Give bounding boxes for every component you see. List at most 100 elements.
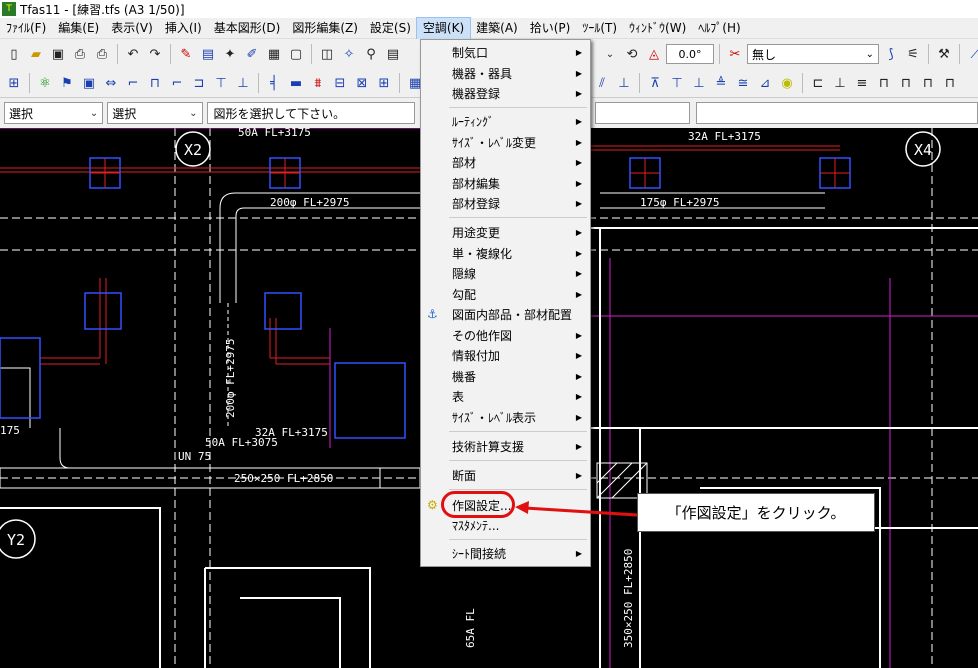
tool-j-icon[interactable]: ▤ [383, 44, 403, 64]
layer-select[interactable]: 選択 ⌄ [4, 102, 104, 124]
menu-item-slope[interactable]: 勾配 ▶ [421, 284, 590, 304]
tool-e-icon[interactable]: ▦ [264, 44, 284, 64]
hvac-tool-29-icon[interactable]: ⊥ [830, 73, 850, 93]
chevron-down-icon: ⌄ [865, 48, 874, 60]
menu-basic-shape[interactable]: 基本図形(D) [208, 18, 287, 39]
hvac-tool-12-icon[interactable]: ╡ [264, 73, 284, 93]
tool-f-icon[interactable]: ▢ [286, 44, 306, 64]
tool-m-icon[interactable]: ⚒ [934, 44, 954, 64]
menu-item-hidden-line[interactable]: 隠線 ▶ [421, 263, 590, 283]
hvac-tool-32-icon[interactable]: ⊓ [896, 73, 916, 93]
tool-g-icon[interactable]: ◫ [317, 44, 337, 64]
menu-item-place-parts[interactable]: ⚓ 図面内部品・部材配置 [421, 304, 590, 324]
menu-help[interactable]: ﾍﾙﾌﾟ(H) [692, 18, 746, 39]
tool-l-icon[interactable]: ⚟ [903, 44, 923, 64]
hvac-tool-13-icon[interactable]: ▬ [286, 73, 306, 93]
hvac-tool-31-icon[interactable]: ⊓ [874, 73, 894, 93]
menu-file[interactable]: ﾌｧｲﾙ(F) [0, 18, 52, 39]
menu-architecture[interactable]: 建築(A) [470, 18, 524, 39]
menu-item-other-drawing[interactable]: その他作図 ▶ [421, 325, 590, 345]
menu-item-equipment-register[interactable]: 機器登録 ▶ [421, 83, 590, 103]
menu-insert[interactable]: 挿入(I) [159, 18, 208, 39]
dropdown-arrow-icon[interactable]: ⌄ [600, 44, 620, 64]
hvac-tool-17-icon[interactable]: ⊞ [374, 73, 394, 93]
status-message: 図形を選択して下さい。 [206, 102, 415, 124]
open-folder-icon[interactable]: ▰ [26, 44, 46, 64]
hvac-tool-23-icon[interactable]: ⊥ [689, 73, 709, 93]
menu-item-single-double-line[interactable]: 単・複線化 ▶ [421, 243, 590, 263]
tool-i-icon[interactable]: ⚲ [361, 44, 381, 64]
menu-settings[interactable]: 設定(S) [364, 18, 417, 39]
menu-pickup[interactable]: 拾い(P) [524, 18, 577, 39]
menu-item-member-register[interactable]: 部材登録 ▶ [421, 193, 590, 213]
menu-view[interactable]: 表示(V) [105, 18, 159, 39]
hvac-tool-5-icon[interactable]: ⇔ [101, 73, 121, 93]
hvac-tool-19-icon[interactable]: ⫽ [592, 73, 612, 93]
tool-a-icon[interactable]: ✎ [176, 44, 196, 64]
angle-icon[interactable]: ◬ [644, 44, 664, 64]
hvac-tool-15-icon[interactable]: ⊟ [330, 73, 350, 93]
menu-item-size-level-display[interactable]: ｻｲｽﾞ・ﾚﾍﾞﾙ表示 ▶ [421, 407, 590, 427]
hvac-tool-4-icon[interactable]: ▣ [79, 73, 99, 93]
hvac-tool-26-icon[interactable]: ⊿ [755, 73, 775, 93]
menu-item-routing[interactable]: ﾙｰﾃｨﾝｸﾞ ▶ [421, 111, 590, 131]
menu-item-section[interactable]: 断面 ▶ [421, 465, 590, 485]
menu-item-member-edit[interactable]: 部材編集 ▶ [421, 173, 590, 193]
hvac-tool-16-icon[interactable]: ⊠ [352, 73, 372, 93]
hvac-tool-7-icon[interactable]: ⊓ [145, 73, 165, 93]
angle-input[interactable]: 0.0° [666, 44, 714, 64]
menu-item-table[interactable]: 表 ▶ [421, 386, 590, 406]
menu-window[interactable]: ｳｨﾝﾄﾞｳ(W) [623, 18, 692, 39]
hvac-tool-10-icon[interactable]: ⊤ [211, 73, 231, 93]
menu-tools[interactable]: ﾂｰﾙ(T) [576, 18, 623, 39]
hvac-tool-11-icon[interactable]: ⊥ [233, 73, 253, 93]
line-icon[interactable]: ⟋ [965, 44, 978, 64]
hvac-tool-33-icon[interactable]: ⊓ [918, 73, 938, 93]
tool-h-icon[interactable]: ✧ [339, 44, 359, 64]
hvac-tool-8-icon[interactable]: ⌐ [167, 73, 187, 93]
rotate-icon[interactable]: ⟲ [622, 44, 642, 64]
hvac-tool-21-icon[interactable]: ⊼ [645, 73, 665, 93]
chevron-right-icon: ▶ [575, 289, 582, 299]
hvac-tool-20-icon[interactable]: ⊥ [614, 73, 634, 93]
menu-item-size-level-change[interactable]: ｻｲｽﾞ・ﾚﾍﾞﾙ変更 ▶ [421, 132, 590, 152]
menu-item-diffuser[interactable]: 制気口 ▶ [421, 42, 590, 62]
hvac-tool-9-icon[interactable]: ⊐ [189, 73, 209, 93]
save-icon[interactable]: ▣ [48, 44, 68, 64]
tool-k-icon[interactable]: ⟆ [881, 44, 901, 64]
menu-item-member[interactable]: 部材 ▶ [421, 152, 590, 172]
new-file-icon[interactable]: ▯ [4, 44, 24, 64]
hvac-tool-30-icon[interactable]: ≡ [852, 73, 872, 93]
linetype-icon[interactable]: ✂ [725, 44, 745, 64]
hvac-tool-34-icon[interactable]: ⊓ [940, 73, 960, 93]
tool-d-icon[interactable]: ✐ [242, 44, 262, 64]
menu-item-machine-number[interactable]: 機番 ▶ [421, 366, 590, 386]
hvac-tool-2-icon[interactable]: ⚛ [35, 73, 55, 93]
tool-b-icon[interactable]: ▤ [198, 44, 218, 64]
undo-icon[interactable]: ↶ [123, 44, 143, 64]
tool-c-icon[interactable]: ✦ [220, 44, 240, 64]
menu-item-add-info[interactable]: 情報付加 ▶ [421, 345, 590, 365]
menu-item-tech-calc[interactable]: 技術計算支援 ▶ [421, 436, 590, 456]
menu-edit[interactable]: 編集(E) [52, 18, 105, 39]
hvac-tool-22-icon[interactable]: ⊤ [667, 73, 687, 93]
hvac-tool-1-icon[interactable]: ⊞ [4, 73, 24, 93]
hvac-tool-24-icon[interactable]: ≜ [711, 73, 731, 93]
hvac-tool-27-icon[interactable]: ◉ [777, 73, 797, 93]
linetype-select[interactable]: 無し ⌄ [747, 44, 879, 64]
hvac-tool-25-icon[interactable]: ≅ [733, 73, 753, 93]
menu-hvac[interactable]: 空調(K) [415, 16, 472, 40]
hvac-tool-28-icon[interactable]: ⊏ [808, 73, 828, 93]
hvac-tool-3-icon[interactable]: ⚑ [57, 73, 77, 93]
redo-icon[interactable]: ↷ [145, 44, 165, 64]
mode-select[interactable]: 選択 ⌄ [107, 102, 203, 124]
menu-item-sheet-connect[interactable]: ｼｰﾄ間接続 ▶ [421, 543, 590, 563]
print-preview-icon[interactable]: ⎙ [70, 44, 90, 64]
menu-shape-edit[interactable]: 図形編集(Z) [286, 18, 364, 39]
hvac-tool-14-icon[interactable]: ⩩ [308, 73, 328, 93]
hvac-tool-6-icon[interactable]: ⌐ [123, 73, 143, 93]
place-parts-icon: ⚓ [427, 307, 438, 321]
print-icon[interactable]: ⎙ [92, 44, 112, 64]
menu-item-usage-change[interactable]: 用途変更 ▶ [421, 222, 590, 242]
menu-item-equipment[interactable]: 機器・器具 ▶ [421, 63, 590, 83]
